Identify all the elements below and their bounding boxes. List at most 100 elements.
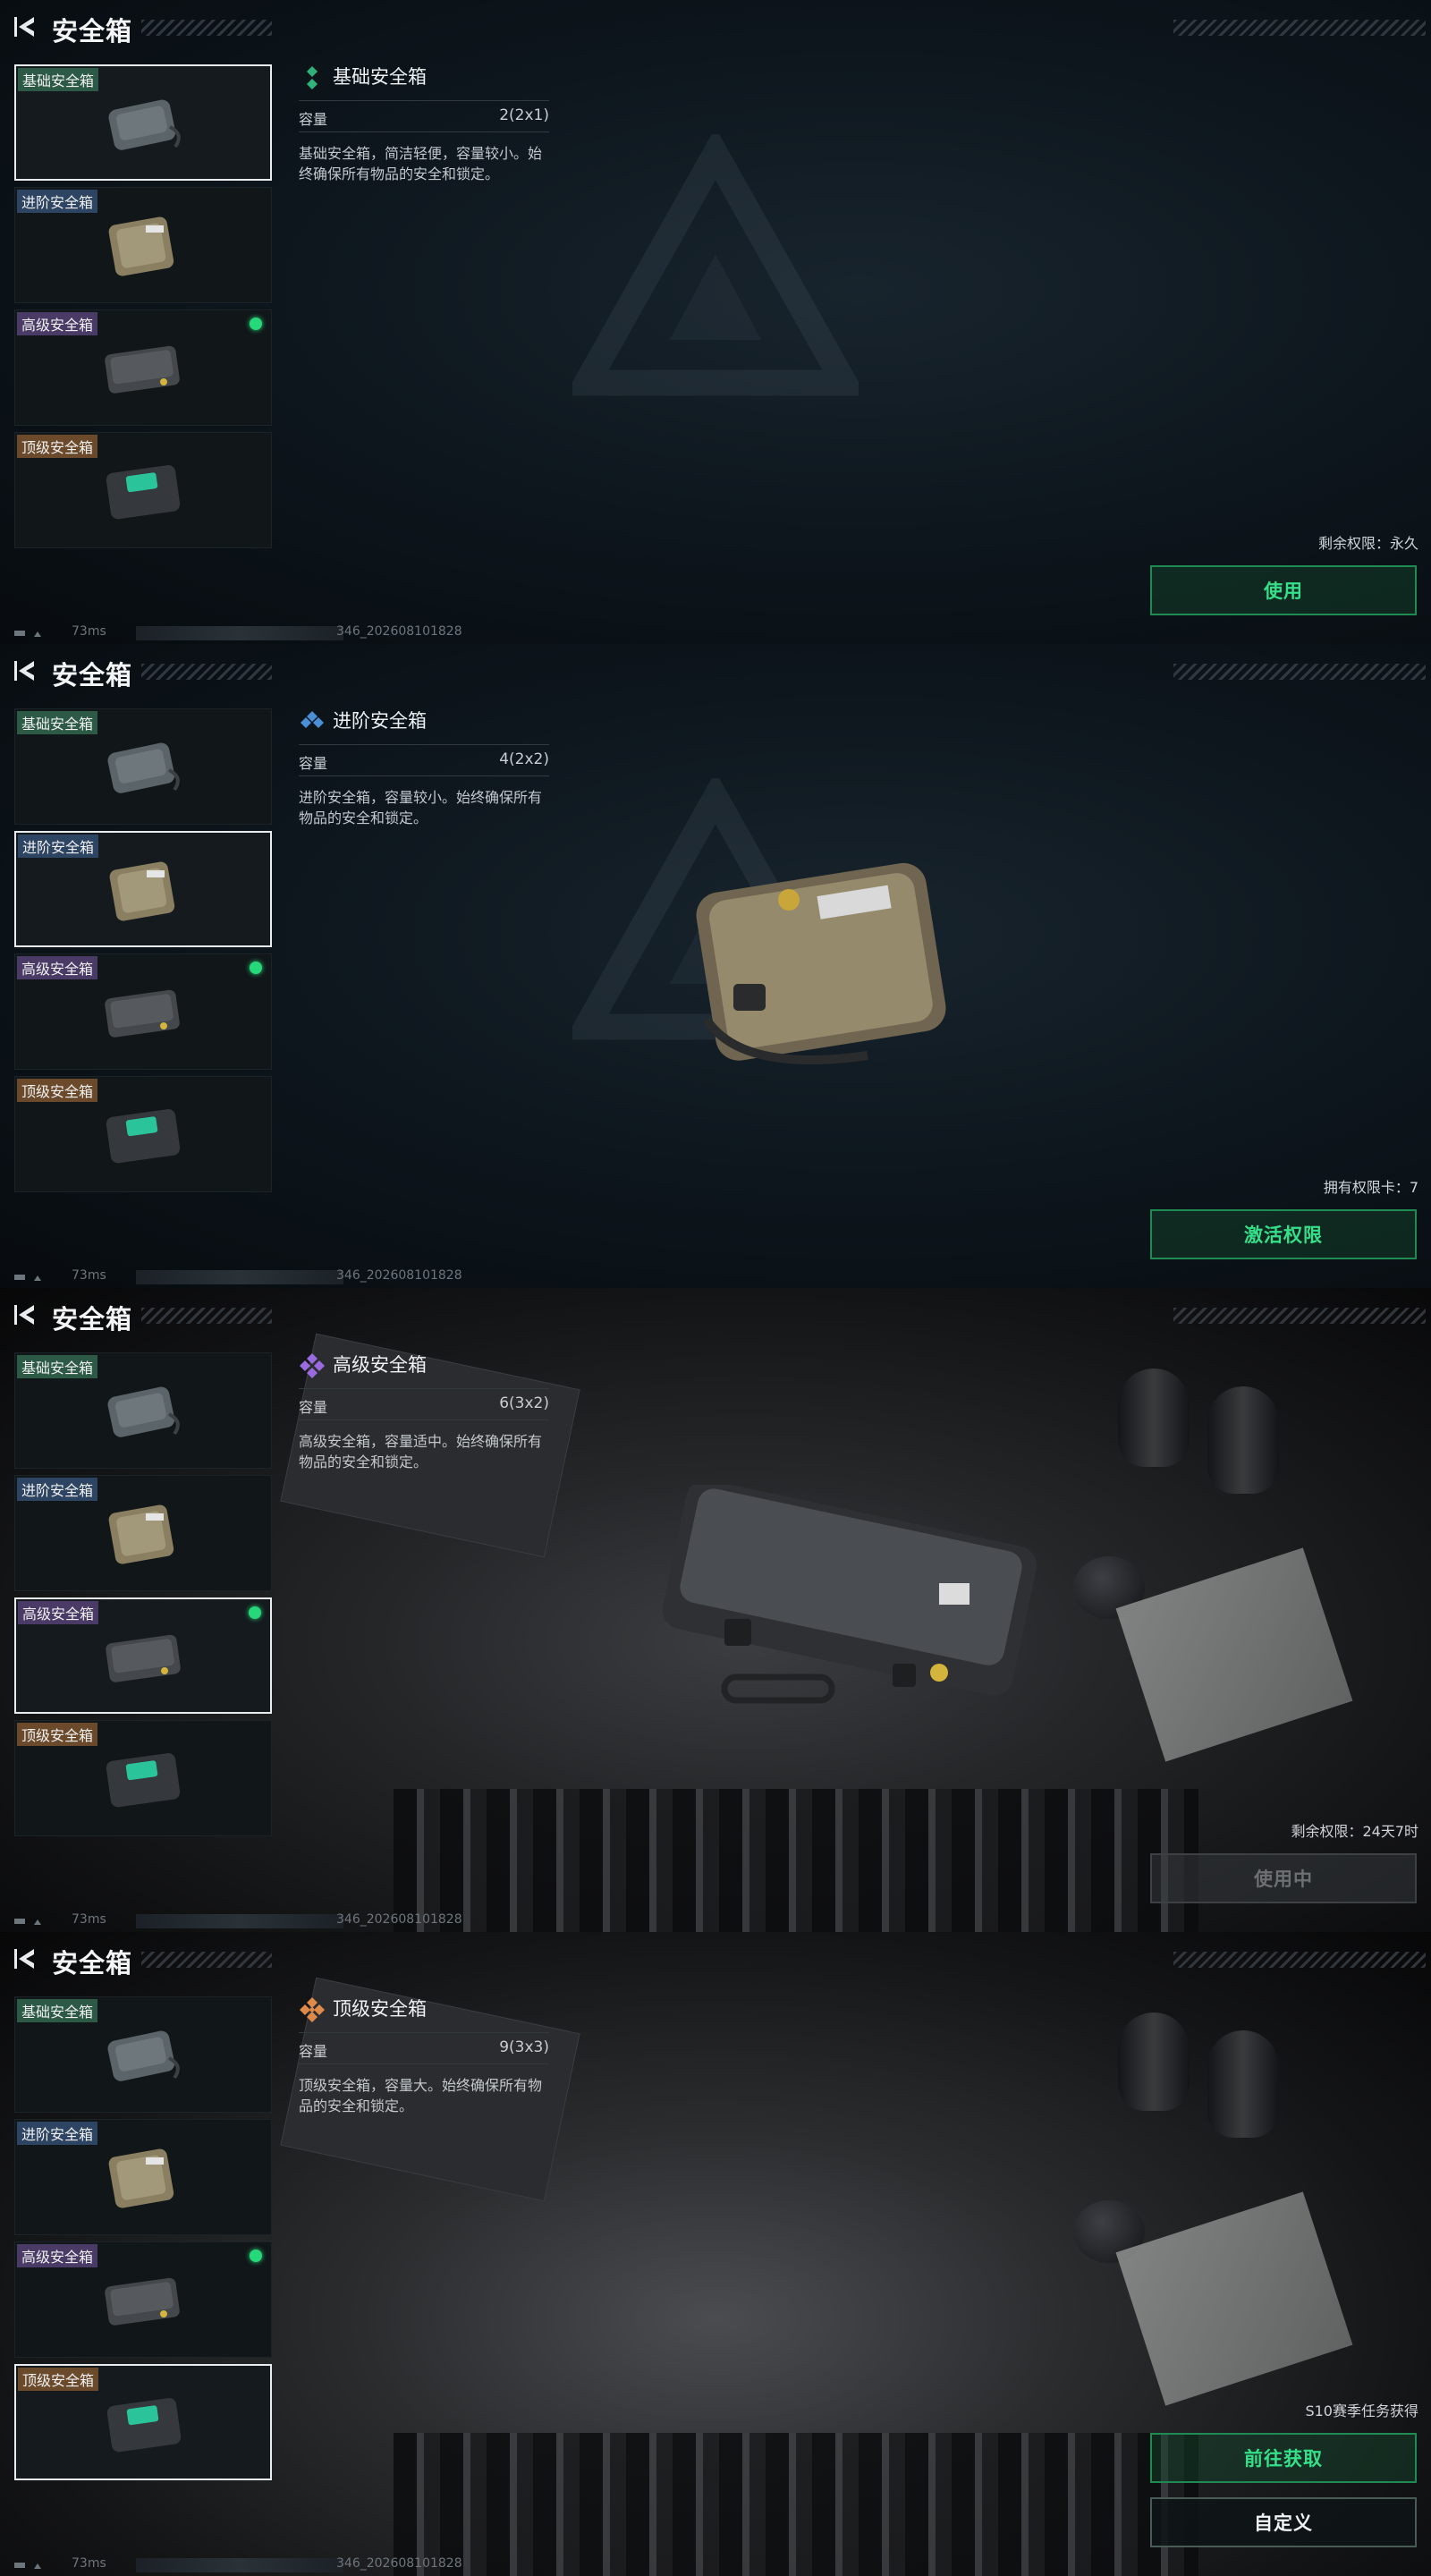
advanced-case-model xyxy=(696,862,946,1064)
acquire-source-text: S10赛季任务获得 xyxy=(1305,2402,1418,2419)
customize-button[interactable]: 自定义 xyxy=(1150,2497,1417,2547)
item-name: 顶级安全箱 xyxy=(333,1998,427,2020)
equipped-indicator xyxy=(250,962,262,974)
rarity-top-icon xyxy=(300,1997,325,2022)
item-label: 顶级安全箱 xyxy=(18,2368,99,2391)
equipped-indicator xyxy=(250,318,262,330)
capacity-label: 容量 xyxy=(299,111,328,128)
sidebar-item-top[interactable]: 顶级安全箱 xyxy=(14,1076,272,1192)
sidebar-item-basic[interactable]: 基础安全箱 xyxy=(14,708,272,825)
sidebar-item-advanced[interactable]: 进阶安全箱 xyxy=(14,187,272,303)
item-label: 基础安全箱 xyxy=(18,68,99,91)
high-case-icon xyxy=(106,1634,181,1682)
scene-jar xyxy=(1118,1368,1190,1467)
screen-high: 安全箱 基础安全箱 进阶安全箱 高级安全箱 顶级安全箱 高级安全箱 容量 6(3… xyxy=(0,1288,1431,1932)
high-case-model xyxy=(662,1485,1037,1704)
capacity-value: 6(3x2) xyxy=(499,1394,549,1412)
go-obtain-button[interactable]: 前往获取 xyxy=(1150,2433,1417,2483)
capacity-label: 容量 xyxy=(299,755,328,772)
in-use-button[interactable]: 使用中 xyxy=(1150,1853,1417,1903)
sidebar-item-basic[interactable]: 基础安全箱 xyxy=(14,64,272,181)
network-icon xyxy=(14,631,41,637)
ping-text: 73ms xyxy=(72,624,106,639)
advanced-case-icon xyxy=(108,216,174,276)
header-divider xyxy=(141,1952,272,1968)
ping-text: 73ms xyxy=(72,1268,106,1283)
sidebar-item-high[interactable]: 高级安全箱 xyxy=(14,1597,272,1714)
status-bar: 73ms 346_202608101828 xyxy=(14,2555,515,2576)
item-name: 进阶安全箱 xyxy=(333,710,427,732)
sidebar-item-advanced[interactable]: 进阶安全箱 xyxy=(14,831,272,947)
capacity-row: 容量 4(2x2) xyxy=(299,744,549,776)
sidebar-item-top[interactable]: 顶级安全箱 xyxy=(14,2364,272,2480)
redacted-bar xyxy=(136,2558,343,2572)
item-description: 顶级安全箱，容量大。始终确保所有物品的安全和锁定。 xyxy=(299,2077,543,2114)
top-case-icon xyxy=(106,464,181,520)
network-icon xyxy=(14,2563,41,2569)
header-divider xyxy=(1173,1308,1426,1324)
back-icon[interactable] xyxy=(14,14,39,39)
activate-permission-button[interactable]: 激活权限 xyxy=(1150,1209,1417,1259)
equipped-indicator xyxy=(249,1606,261,1619)
item-label: 高级安全箱 xyxy=(17,312,98,335)
build-text: 346_202608101828 xyxy=(336,1912,462,1927)
scene-jar xyxy=(1207,2030,1279,2138)
back-icon[interactable] xyxy=(14,1946,39,1971)
equipped-indicator xyxy=(250,2250,262,2262)
screen-advanced: 安全箱 基础安全箱 进阶安全箱 高级安全箱 顶级安全箱 进阶安全箱 容量 4(2… xyxy=(0,644,1431,1288)
sidebar-item-high[interactable]: 高级安全箱 xyxy=(14,309,272,426)
item-name: 基础安全箱 xyxy=(333,66,427,88)
permission-card-count: 拥有权限卡：7 xyxy=(1323,1179,1418,1196)
sidebar-item-advanced[interactable]: 进阶安全箱 xyxy=(14,2119,272,2235)
basic-case-icon xyxy=(107,2030,180,2081)
ping-text: 73ms xyxy=(72,2556,106,2571)
permission-status: 剩余权限：永久 xyxy=(1317,535,1418,552)
capacity-label: 容量 xyxy=(299,1399,328,1416)
network-icon xyxy=(14,1919,41,1925)
item-label: 高级安全箱 xyxy=(17,2244,98,2267)
item-label: 进阶安全箱 xyxy=(17,190,98,213)
scene-map xyxy=(1115,1547,1353,1762)
high-case-icon xyxy=(105,2277,180,2326)
use-button[interactable]: 使用 xyxy=(1150,565,1417,615)
item-label: 进阶安全箱 xyxy=(17,1478,98,1501)
basic-case-icon xyxy=(107,742,180,793)
header-divider xyxy=(141,1308,272,1324)
item-description: 进阶安全箱，容量较小。始终确保所有物品的安全和锁定。 xyxy=(299,789,543,826)
header-divider xyxy=(1173,664,1426,680)
top-case-icon xyxy=(106,1752,181,1808)
sidebar-item-high[interactable]: 高级安全箱 xyxy=(14,2241,272,2358)
capacity-row: 容量 6(3x2) xyxy=(299,1388,549,1420)
header-divider xyxy=(1173,1952,1426,1968)
item-label: 高级安全箱 xyxy=(17,956,98,979)
item-label: 基础安全箱 xyxy=(17,711,98,734)
status-bar: 73ms 346_202608101828 xyxy=(14,623,515,644)
capacity-value: 9(3x3) xyxy=(499,2038,549,2056)
network-icon xyxy=(14,1275,41,1281)
status-bar: 73ms 346_202608101828 xyxy=(14,1911,515,1932)
high-case-icon xyxy=(105,345,180,394)
sidebar-item-high[interactable]: 高级安全箱 xyxy=(14,953,272,1070)
scene-map xyxy=(1115,2191,1353,2406)
item-description: 高级安全箱，容量适中。始终确保所有物品的安全和锁定。 xyxy=(299,1433,543,1470)
item-label: 进阶安全箱 xyxy=(18,835,99,858)
capacity-label: 容量 xyxy=(299,2043,328,2060)
page-title: 安全箱 xyxy=(52,16,133,47)
screen-top: 安全箱 基础安全箱 进阶安全箱 高级安全箱 顶级安全箱 顶级安全箱 容量 9(3… xyxy=(0,1932,1431,2576)
sidebar-item-basic[interactable]: 基础安全箱 xyxy=(14,1352,272,1469)
scene-jar xyxy=(1118,2012,1190,2111)
rarity-basic-icon xyxy=(307,66,318,89)
back-icon[interactable] xyxy=(14,658,39,683)
sidebar-item-advanced[interactable]: 进阶安全箱 xyxy=(14,1475,272,1591)
sidebar-item-basic[interactable]: 基础安全箱 xyxy=(14,1996,272,2113)
sidebar-item-top[interactable]: 顶级安全箱 xyxy=(14,432,272,548)
sidebar-item-top[interactable]: 顶级安全箱 xyxy=(14,1720,272,1836)
basic-case-icon xyxy=(108,99,181,150)
item-name: 高级安全箱 xyxy=(333,1354,427,1376)
back-icon[interactable] xyxy=(14,1302,39,1327)
permission-status: 剩余权限：24天7时 xyxy=(1291,1823,1418,1840)
capacity-value: 4(2x2) xyxy=(499,750,549,768)
advanced-case-icon xyxy=(108,2148,174,2208)
item-label: 顶级安全箱 xyxy=(17,435,98,458)
rarity-high-icon xyxy=(300,1353,325,1378)
